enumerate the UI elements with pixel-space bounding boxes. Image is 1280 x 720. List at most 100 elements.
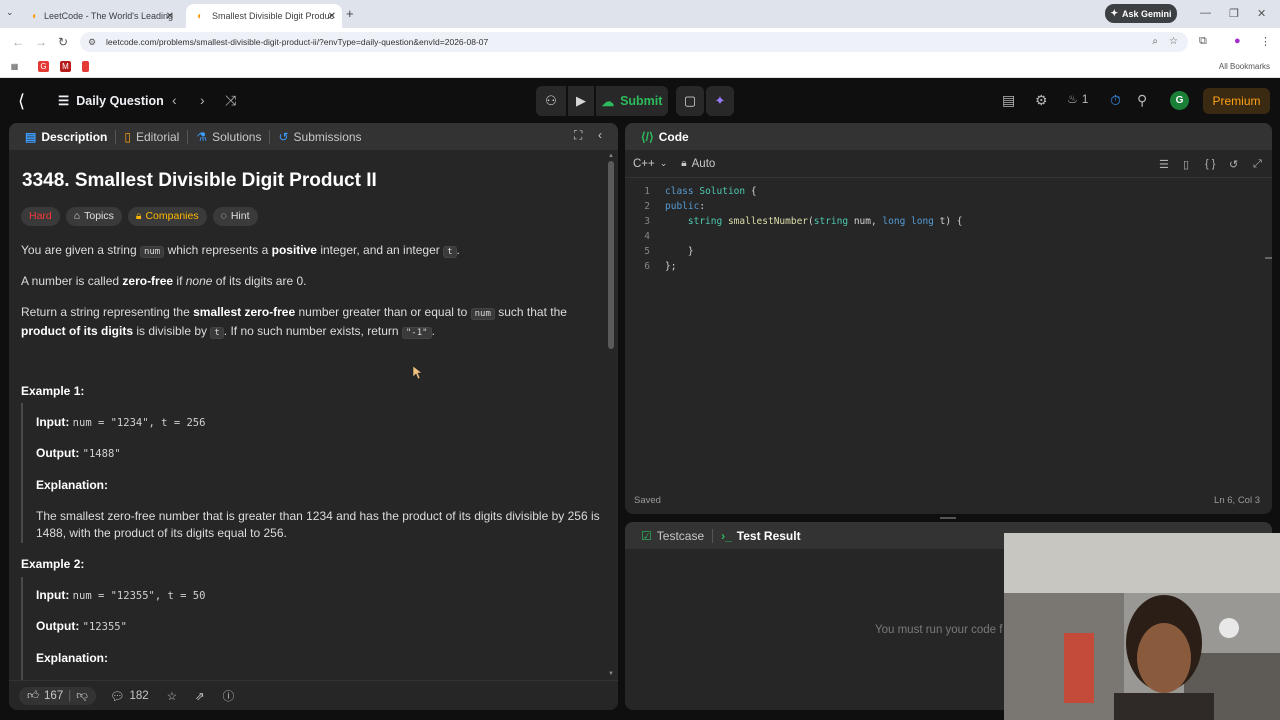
tab-solutions[interactable]: ⚗ Solutions — [190, 130, 267, 144]
close-window-icon[interactable]: ✕ — [1257, 7, 1266, 20]
forward-icon[interactable]: → — [35, 35, 47, 49]
submit-button[interactable]: ☁ Submit — [596, 86, 668, 116]
streak-counter[interactable]: ♨ 1 — [1067, 92, 1088, 106]
example-output: Output: "1488" — [36, 446, 121, 460]
layout-icon[interactable]: ▤ — [1002, 92, 1015, 109]
leetcode-logo-icon[interactable]: ⟨ — [18, 91, 36, 111]
profile-icon[interactable]: ● — [1234, 35, 1241, 47]
browser-menu-icon[interactable]: ⋮ — [1260, 35, 1271, 48]
settings-gear-icon[interactable]: ⚙ — [1035, 92, 1048, 109]
bookmark-favicon-icon[interactable] — [82, 61, 89, 72]
description-panel: ▤ Description ▯ Editorial ⚗ Solutions ↺ … — [9, 123, 618, 710]
bookmark-star-icon[interactable]: ☆ — [1169, 36, 1178, 47]
code-panel: ⟨/⟩ Code C++ ⌄ 🔒︎ Auto ☰ ▯ { } ↺ ⤢ 1 clas… — [625, 123, 1272, 514]
url-field[interactable]: ⚙ leetcode.com/problems/smallest-divisib… — [80, 32, 1188, 52]
example-explanation-label: Explanation: — [36, 478, 109, 492]
notes-button[interactable]: ▢ — [676, 86, 704, 116]
comments-button[interactable]: 💬︎ 182 — [106, 687, 153, 705]
tab-submissions[interactable]: ↺ Submissions — [272, 130, 367, 144]
browser-tab-leetcode-home[interactable]: ◐ LeetCode - The World's Leading ✕ — [24, 4, 180, 28]
bookmark-favicon-icon[interactable]: G — [38, 61, 49, 72]
tab-title: Smallest Divisible Digit Produc — [211, 11, 334, 21]
tab-testcase[interactable]: ☑ Testcase — [635, 529, 710, 543]
auto-mode-toggle[interactable]: 🔒︎ Auto — [681, 158, 715, 170]
description-icon: ▤ — [25, 129, 37, 144]
run-button[interactable]: ▶ — [568, 86, 594, 116]
browser-tab-bar: ⌄ ◐ LeetCode - The World's Leading ✕ ◐ S… — [0, 0, 1280, 28]
bookmark-icon[interactable]: ▯ — [1183, 158, 1189, 171]
cloud-upload-icon: ☁ — [601, 94, 615, 109]
fullscreen-icon[interactable]: ⤢ — [1253, 158, 1262, 171]
extensions-icon[interactable]: ⧉ — [1199, 35, 1207, 48]
help-icon[interactable]: ⓘ — [219, 686, 239, 706]
leetcode-favicon-icon: ◐ — [32, 10, 39, 22]
browser-tab-problem[interactable]: ◐ Smallest Divisible Digit Produc ✕ — [186, 4, 342, 28]
avatar[interactable]: G — [1170, 91, 1189, 110]
note-icon: ▢ — [683, 93, 697, 108]
restore-icon[interactable]: ❐ — [1229, 7, 1239, 20]
save-status: Saved — [634, 495, 661, 506]
close-tab-icon[interactable]: ✕ — [166, 11, 174, 22]
braces-icon[interactable]: { } — [1205, 158, 1215, 170]
fire-icon: ♨ — [1067, 92, 1078, 106]
divider: | — [68, 689, 72, 702]
back-icon[interactable]: ← — [12, 35, 24, 49]
tab-divider — [187, 129, 189, 144]
share-icon[interactable]: ⇗ — [191, 687, 209, 705]
reset-icon[interactable]: ↺ — [1229, 158, 1238, 171]
reload-icon[interactable]: ↻ — [58, 35, 68, 49]
scrollbar[interactable] — [608, 161, 614, 349]
new-tab-icon[interactable]: + — [346, 6, 354, 21]
favorite-star-icon[interactable]: ☆ — [163, 687, 181, 705]
tag-icon: ⌂ — [73, 210, 81, 222]
ask-gemini-button[interactable]: ✦ Ask Gemini — [1105, 4, 1177, 23]
collapse-panel-icon[interactable]: ‹ — [598, 128, 602, 142]
description-footer: 👍︎ 167 | 👎︎ 💬︎ 182 ☆ ⇗ ⓘ — [9, 680, 618, 710]
editor-scrollbar[interactable] — [1265, 257, 1272, 259]
apps-grid-icon[interactable]: ▦ — [9, 61, 20, 72]
all-bookmarks[interactable]: All Bookmarks — [1219, 62, 1270, 71]
shuffle-icon[interactable]: ⤨ — [225, 92, 236, 109]
hint-chip[interactable]: ◌ Hint — [212, 207, 258, 226]
debug-button[interactable]: ⚇ — [536, 86, 566, 116]
problem-paragraph-2: A number is called zero-free if none of … — [21, 274, 307, 288]
zoom-icon[interactable]: ⌕ — [1152, 36, 1158, 47]
next-problem-icon[interactable]: › — [200, 92, 205, 108]
bookmarks-bar: ▦ G M All Bookmarks — [0, 56, 1280, 78]
tab-title: LeetCode - The World's Leading — [44, 11, 174, 21]
add-user-icon[interactable]: ⚲ — [1137, 92, 1147, 109]
gmail-icon[interactable]: M — [60, 61, 71, 72]
scroll-down-icon[interactable]: ▼ — [608, 671, 614, 677]
site-info-icon[interactable]: ⚙ — [88, 37, 96, 48]
format-icon[interactable]: ☰ — [1159, 158, 1169, 171]
tab-description[interactable]: ▤ Description — [19, 130, 113, 144]
companies-chip[interactable]: 🔒︎ Companies — [127, 207, 207, 226]
premium-button[interactable]: Premium — [1203, 88, 1270, 114]
minimize-icon[interactable]: — — [1200, 7, 1211, 19]
lightbulb-icon: ◌ — [220, 210, 227, 222]
problem-list-button[interactable]: ☰ Daily Question — [58, 93, 164, 109]
like-button[interactable]: 👍︎ 167 | 👎︎ — [19, 686, 96, 705]
panel-resize-handle[interactable] — [940, 517, 956, 519]
flask-icon: ⚗ — [196, 129, 208, 144]
scroll-up-icon[interactable]: ▲ — [608, 153, 614, 159]
list-icon: ☰ — [58, 94, 70, 108]
tab-code[interactable]: ⟨/⟩ Code — [635, 130, 695, 144]
prev-problem-icon[interactable]: ‹ — [172, 92, 177, 108]
close-tab-icon[interactable]: ✕ — [328, 11, 336, 22]
thumbs-down-icon[interactable]: 👎︎ — [76, 689, 88, 703]
tab-search-icon[interactable]: ⌄ — [6, 7, 14, 18]
tab-test-result[interactable]: ›_ Test Result — [715, 529, 806, 543]
mouse-pointer-icon — [412, 365, 423, 385]
timer-icon[interactable]: ⏱ — [1110, 92, 1121, 109]
problem-paragraph-1: You are given a string num which represe… — [21, 243, 460, 258]
topics-chip[interactable]: ⌂ Topics — [65, 207, 122, 226]
editor-toolbar: C++ ⌄ 🔒︎ Auto — [625, 150, 1272, 178]
ai-assist-button[interactable]: ✦ — [706, 86, 734, 116]
maximize-icon[interactable]: ⛶ — [574, 128, 582, 143]
language-select[interactable]: C++ ⌄ — [633, 158, 667, 170]
problem-paragraph-3: Return a string representing the smalles… — [21, 305, 567, 339]
example-output: Output: "12355" — [36, 619, 127, 633]
comment-icon: 💬︎ — [109, 690, 125, 703]
tab-editorial[interactable]: ▯ Editorial — [118, 130, 185, 144]
